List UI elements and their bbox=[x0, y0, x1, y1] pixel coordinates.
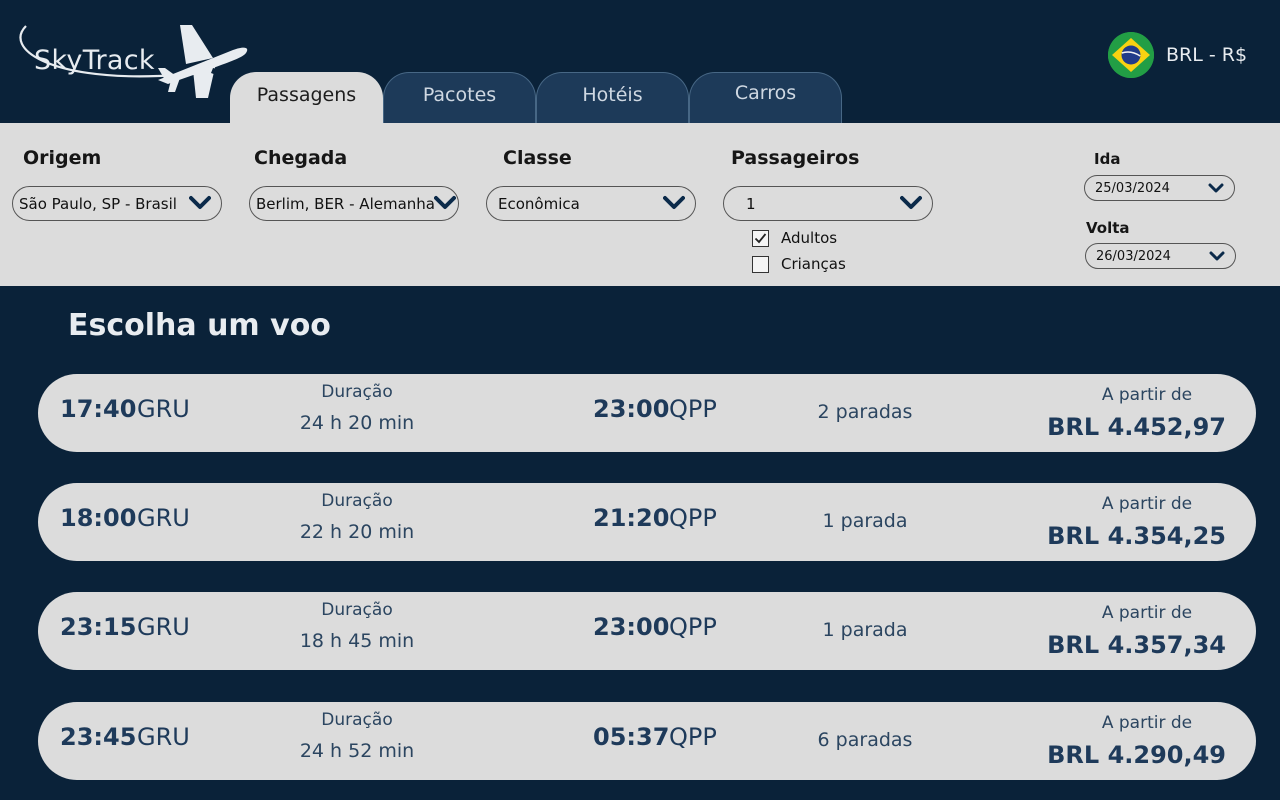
departure-airport: GRU bbox=[137, 613, 190, 641]
tab-hoteis[interactable]: Hotéis bbox=[536, 72, 689, 124]
arrival-airport: QPP bbox=[669, 723, 717, 751]
stops-count: 1 parada bbox=[822, 510, 908, 532]
tab-carros[interactable]: Carros bbox=[689, 72, 842, 124]
return-date-value: 26/03/2024 bbox=[1096, 248, 1171, 264]
stops-count: 2 paradas bbox=[817, 401, 913, 423]
price-from-label: A partir de bbox=[1101, 603, 1193, 623]
currency-selector[interactable]: BRL - R$ bbox=[1108, 32, 1247, 78]
origin-label: Origem bbox=[23, 147, 102, 169]
brand-logo[interactable]: SkyTrack bbox=[8, 18, 253, 103]
price-from-label: A partir de bbox=[1101, 494, 1193, 514]
duration-label: Duração bbox=[321, 600, 393, 620]
stops-count: 6 paradas bbox=[817, 729, 913, 751]
departure-date-select[interactable]: 25/03/2024 bbox=[1084, 175, 1235, 201]
arrival-time: 23:00 bbox=[593, 613, 670, 641]
price-from-label: A partir de bbox=[1101, 385, 1193, 405]
duration-label: Duração bbox=[321, 710, 393, 730]
adults-option[interactable]: Adultos bbox=[752, 229, 837, 247]
chevron-down-icon bbox=[189, 196, 211, 209]
currency-label: BRL - R$ bbox=[1166, 44, 1248, 66]
departure-airport: GRU bbox=[137, 504, 190, 532]
passengers-label: Passageiros bbox=[731, 147, 860, 169]
tab-pacotes[interactable]: Pacotes bbox=[383, 72, 536, 124]
flight-card[interactable]: 23:15 GRU Duração 18 h 45 min 23:00 QPP … bbox=[38, 592, 1256, 670]
flight-card[interactable]: 17:40 GRU Duração 24 h 20 min 23:00 QPP … bbox=[38, 374, 1256, 452]
flight-price: BRL 4.290,49 bbox=[1047, 741, 1226, 769]
return-date-select[interactable]: 26/03/2024 bbox=[1085, 243, 1236, 269]
flight-duration: 24 h 20 min bbox=[299, 412, 415, 434]
check-icon bbox=[754, 232, 767, 243]
class-value: Econômica bbox=[498, 194, 580, 213]
arrival-time: 05:37 bbox=[593, 723, 670, 751]
class-select[interactable]: Econômica bbox=[486, 186, 696, 221]
flight-duration: 22 h 20 min bbox=[299, 521, 415, 543]
destination-value: Berlim, BER - Alemanha bbox=[256, 194, 435, 213]
chevron-down-icon bbox=[1208, 183, 1224, 193]
children-label: Crianças bbox=[781, 255, 846, 273]
arrival-airport: QPP bbox=[669, 395, 717, 423]
flight-price: BRL 4.452,97 bbox=[1047, 413, 1226, 441]
departure-time: 23:15 bbox=[60, 613, 137, 641]
tab-passagens[interactable]: Passagens bbox=[230, 72, 383, 124]
arrival-time: 23:00 bbox=[593, 395, 670, 423]
duration-label: Duração bbox=[321, 491, 393, 511]
flight-card[interactable]: 18:00 GRU Duração 22 h 20 min 21:20 QPP … bbox=[38, 483, 1256, 561]
adults-checkbox[interactable] bbox=[752, 229, 769, 247]
children-checkbox[interactable] bbox=[752, 255, 769, 273]
destination-select[interactable]: Berlim, BER - Alemanha bbox=[249, 186, 459, 221]
children-option[interactable]: Crianças bbox=[752, 255, 846, 273]
arrival-airport: QPP bbox=[669, 613, 717, 641]
results-title: Escolha um voo bbox=[68, 308, 331, 343]
departure-time: 23:45 bbox=[60, 723, 137, 751]
brazil-flag-icon bbox=[1108, 32, 1154, 78]
search-panel: Origem São Paulo, SP - Brasil Chegada Be… bbox=[0, 123, 1280, 286]
flight-duration: 24 h 52 min bbox=[299, 740, 415, 762]
passengers-select[interactable]: 1 bbox=[723, 186, 933, 221]
flight-card[interactable]: 23:45 GRU Duração 24 h 52 min 05:37 QPP … bbox=[38, 702, 1256, 780]
arrival-airport: QPP bbox=[669, 504, 717, 532]
arrival-time: 21:20 bbox=[593, 504, 670, 532]
flight-price: BRL 4.357,34 bbox=[1047, 631, 1226, 659]
flight-price: BRL 4.354,25 bbox=[1047, 522, 1226, 550]
departure-date-value: 25/03/2024 bbox=[1095, 180, 1170, 196]
chevron-down-icon bbox=[900, 196, 922, 209]
chevron-down-icon bbox=[434, 196, 456, 209]
adults-label: Adultos bbox=[781, 229, 838, 247]
brand-name: SkyTrack bbox=[34, 45, 155, 76]
departure-airport: GRU bbox=[137, 395, 190, 423]
passengers-value: 1 bbox=[746, 194, 756, 213]
duration-label: Duração bbox=[321, 382, 393, 402]
destination-label: Chegada bbox=[254, 147, 348, 169]
chevron-down-icon bbox=[663, 196, 685, 209]
stops-count: 1 parada bbox=[822, 619, 908, 641]
flight-duration: 18 h 45 min bbox=[299, 630, 415, 652]
class-label: Classe bbox=[503, 147, 572, 169]
origin-select[interactable]: São Paulo, SP - Brasil bbox=[12, 186, 222, 221]
departure-label: Ida bbox=[1094, 150, 1121, 168]
departure-time: 17:40 bbox=[60, 395, 137, 423]
chevron-down-icon bbox=[1209, 251, 1225, 261]
price-from-label: A partir de bbox=[1101, 713, 1193, 733]
departure-time: 18:00 bbox=[60, 504, 137, 532]
return-label: Volta bbox=[1086, 219, 1130, 237]
origin-value: São Paulo, SP - Brasil bbox=[19, 194, 177, 213]
departure-airport: GRU bbox=[137, 723, 190, 751]
